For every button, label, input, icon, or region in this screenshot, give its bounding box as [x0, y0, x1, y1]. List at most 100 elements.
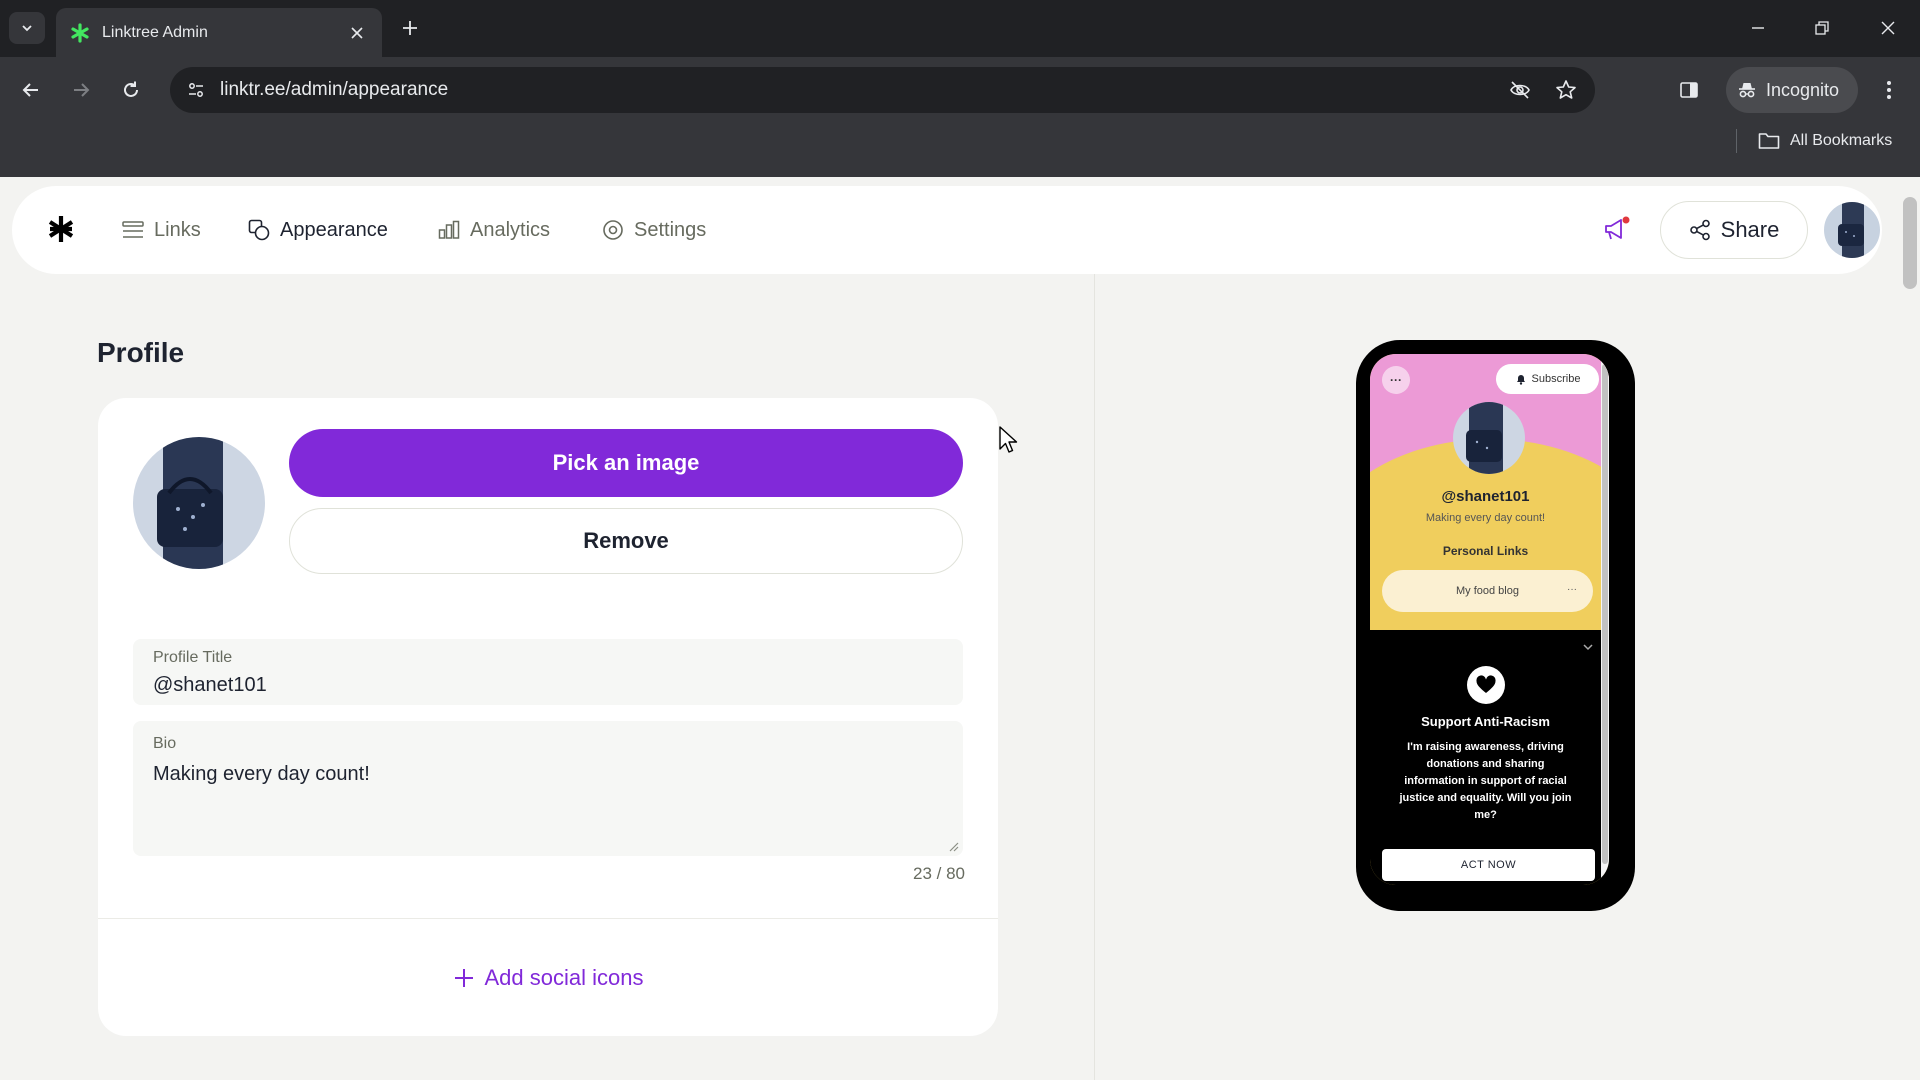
- back-button[interactable]: [14, 73, 48, 107]
- profile-image: [133, 437, 265, 569]
- add-social-icons-label: Add social icons: [484, 965, 644, 990]
- preview-bio: Making every day count!: [1425, 512, 1546, 524]
- incognito-icon: [1739, 83, 1755, 98]
- kebab-menu-icon: [1887, 81, 1891, 99]
- preview-act-now-button[interactable]: ACT NOW: [1382, 849, 1595, 881]
- bio-value: Making every day count!: [153, 763, 370, 785]
- preview-chevron-down-icon[interactable]: [1582, 642, 1594, 652]
- profile-title-field[interactable]: Profile Title @shanet101: [133, 639, 963, 705]
- side-panel-button[interactable]: [1672, 73, 1706, 107]
- preview-scroll-thumb[interactable]: [1602, 364, 1608, 864]
- profile-title-label: Profile Title: [153, 649, 233, 666]
- share-label: Share: [1720, 217, 1780, 242]
- profile-title-value: @shanet101: [153, 674, 267, 696]
- bio-field[interactable]: Bio Making every day count!: [133, 721, 963, 856]
- forward-button[interactable]: [64, 73, 98, 107]
- avatar-image: [1824, 202, 1880, 258]
- preview-handle: @shanet101: [1441, 488, 1530, 505]
- close-window-button[interactable]: [1870, 10, 1906, 46]
- nav-analytics[interactable]: Analytics: [438, 208, 550, 252]
- bio-character-counter: 23 / 80: [913, 864, 965, 883]
- browser-tab[interactable]: Linktree Admin: [56, 8, 382, 57]
- preview-avatar: [1453, 402, 1525, 474]
- announcements-button[interactable]: [1596, 210, 1636, 250]
- preview-subscribe-label: Subscribe: [1531, 373, 1581, 385]
- account-avatar[interactable]: [1824, 202, 1880, 258]
- tab-title: Linktree Admin: [102, 23, 208, 41]
- nav-appearance-label: Appearance: [280, 218, 388, 241]
- mouse-cursor-icon: [999, 426, 1018, 453]
- page-scrollbar[interactable]: [1900, 177, 1920, 1080]
- nav-links[interactable]: Links: [122, 208, 201, 252]
- shapes-icon: [248, 219, 270, 241]
- nav-settings[interactable]: Settings: [602, 208, 706, 252]
- pick-image-button[interactable]: Pick an image: [289, 429, 963, 497]
- preview-avatar-image: [1453, 402, 1525, 474]
- plus-icon: [403, 21, 417, 35]
- preview-screen: ··· Subscribe @shanet101 Making every da…: [1370, 354, 1609, 885]
- bell-icon: [1516, 375, 1525, 385]
- tab-close-icon[interactable]: [346, 22, 368, 44]
- preview-support-text: I'm raising awareness, driving donations…: [1399, 741, 1572, 821]
- address-bar[interactable]: linktr.ee/admin/appearance: [170, 67, 1595, 113]
- preview-section-label: Personal Links: [1442, 544, 1529, 558]
- share-icon: [1689, 219, 1710, 241]
- linktree-logo-icon[interactable]: [44, 212, 78, 246]
- url-text: linktr.ee/admin/appearance: [220, 79, 449, 100]
- arrow-left-icon: [22, 83, 38, 97]
- heart-icon: [1467, 666, 1505, 704]
- preview-support-title: Support Anti-Racism: [1421, 714, 1550, 729]
- nav-links-label: Links: [154, 218, 201, 241]
- remove-image-button[interactable]: Remove: [289, 508, 963, 574]
- chevron-down-icon: [22, 25, 32, 32]
- nav-appearance[interactable]: Appearance: [248, 208, 388, 252]
- star-icon[interactable]: [1549, 73, 1583, 107]
- profile-avatar[interactable]: [133, 437, 265, 569]
- card-divider: [98, 918, 998, 919]
- phone-preview: ··· Subscribe @shanet101 Making every da…: [1356, 340, 1635, 911]
- bar-chart-icon: [438, 220, 460, 239]
- side-panel-icon: [1680, 82, 1698, 98]
- reload-icon: [124, 81, 138, 97]
- site-settings-icon[interactable]: [182, 76, 210, 104]
- preview-more-button[interactable]: ···: [1382, 366, 1410, 394]
- arrow-right-icon: [74, 83, 90, 97]
- restore-button[interactable]: [1804, 10, 1840, 46]
- bookmarks-divider: [1736, 129, 1737, 153]
- list-icon: [122, 221, 144, 238]
- page-scroll-thumb[interactable]: [1903, 197, 1917, 289]
- all-bookmarks-label: All Bookmarks: [1790, 132, 1893, 149]
- browser-toolbar: linktr.ee/admin/appearance Incognito All…: [0, 57, 1920, 177]
- eye-slash-icon[interactable]: [1503, 73, 1537, 107]
- tab-search-button[interactable]: [9, 12, 45, 44]
- add-social-icons-button[interactable]: Add social icons: [98, 958, 998, 998]
- profile-section-title: Profile: [97, 337, 185, 368]
- new-tab-button[interactable]: [396, 14, 424, 42]
- preview-subscribe-button[interactable]: Subscribe: [1496, 364, 1599, 394]
- plus-icon: [454, 969, 473, 987]
- preview-link-more-icon[interactable]: ···: [1567, 584, 1577, 595]
- nav-analytics-label: Analytics: [470, 218, 551, 241]
- browser-menu-button[interactable]: [1874, 73, 1904, 107]
- panel-divider: [1094, 274, 1095, 1080]
- minimize-icon: [1752, 27, 1764, 29]
- reload-button[interactable]: [114, 73, 148, 107]
- linktree-admin-page: Links Appearance Analytics Settings Shar…: [0, 177, 1920, 1080]
- bio-label: Bio: [153, 735, 177, 752]
- profile-card: Pick an image Remove Profile Title @shan…: [98, 398, 998, 1036]
- minimize-button[interactable]: [1740, 10, 1776, 46]
- nav-settings-label: Settings: [634, 218, 707, 241]
- browser-tab-bar: Linktree Admin: [0, 0, 1920, 57]
- gear-icon: [603, 220, 623, 240]
- restore-icon: [1815, 21, 1829, 35]
- preview-scrollbar[interactable]: [1601, 354, 1609, 885]
- incognito-label: Incognito: [1766, 79, 1840, 100]
- resize-handle-icon[interactable]: [947, 840, 959, 852]
- close-icon: [1881, 21, 1895, 35]
- incognito-badge[interactable]: Incognito: [1726, 67, 1858, 113]
- preview-link-label: My food blog: [1456, 585, 1519, 597]
- share-button[interactable]: Share: [1660, 201, 1808, 259]
- all-bookmarks-button[interactable]: All Bookmarks: [1758, 127, 1892, 155]
- preview-link-button[interactable]: My food blog ···: [1382, 570, 1593, 612]
- folder-icon: [1758, 133, 1780, 149]
